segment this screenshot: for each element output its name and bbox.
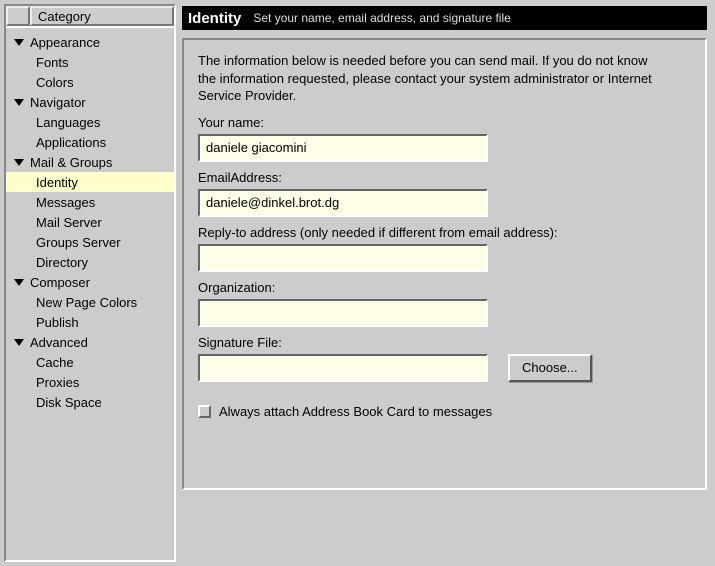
identity-form-panel: The information below is needed before y… [182,38,707,490]
tree-group-label: Navigator [26,95,86,110]
signature-file-input[interactable] [198,354,488,382]
organization-label: Organization: [198,280,691,295]
reply-to-label: Reply-to address (only needed if differe… [198,225,691,240]
tree-group-label: Mail & Groups [26,155,112,170]
category-tree: Appearance Fonts Colors Navigator Langua… [6,28,174,560]
tree-group-mail-groups[interactable]: Mail & Groups [6,152,174,172]
tree-item-identity[interactable]: Identity [6,172,174,192]
tree-group-navigator[interactable]: Navigator [6,92,174,112]
reply-to-input[interactable] [198,244,488,272]
tree-group-appearance[interactable]: Appearance [6,32,174,52]
attach-card-label: Always attach Address Book Card to messa… [219,404,492,419]
tree-item-proxies[interactable]: Proxies [6,372,174,392]
expand-triangle-icon [12,337,26,347]
expand-triangle-icon [12,37,26,47]
category-header-spacer [6,6,30,26]
category-header-label: Category [38,9,91,24]
tree-group-label: Appearance [26,35,100,50]
tree-group-advanced[interactable]: Advanced [6,332,174,352]
main-panel: Identity Set your name, email address, a… [178,0,715,566]
expand-triangle-icon [12,277,26,287]
tree-item-mail-server[interactable]: Mail Server [6,212,174,232]
category-header: Category [30,6,174,26]
expand-triangle-icon [12,97,26,107]
tree-item-new-page-colors[interactable]: New Page Colors [6,292,174,312]
panel-subtitle: Set your name, email address, and signat… [253,11,510,25]
tree-group-label: Composer [26,275,90,290]
expand-triangle-icon [12,157,26,167]
category-sidebar: Category Appearance Fonts Colors Navigat… [4,4,176,562]
intro-text: The information below is needed before y… [198,52,668,105]
tree-group-label: Advanced [26,335,88,350]
tree-group-composer[interactable]: Composer [6,272,174,292]
tree-item-cache[interactable]: Cache [6,352,174,372]
tree-item-languages[interactable]: Languages [6,112,174,132]
attach-card-row: Always attach Address Book Card to messa… [198,404,691,419]
organization-input[interactable] [198,299,488,327]
tree-item-publish[interactable]: Publish [6,312,174,332]
email-input[interactable] [198,189,488,217]
tree-item-directory[interactable]: Directory [6,252,174,272]
your-name-label: Your name: [198,115,691,130]
category-header-row: Category [6,6,174,28]
your-name-input[interactable] [198,134,488,162]
signature-file-row: Choose... [198,354,691,382]
tree-item-disk-space[interactable]: Disk Space [6,392,174,412]
signature-file-label: Signature File: [198,335,691,350]
tree-item-colors[interactable]: Colors [6,72,174,92]
tree-item-fonts[interactable]: Fonts [6,52,174,72]
panel-title-bar: Identity Set your name, email address, a… [182,6,707,30]
tree-item-applications[interactable]: Applications [6,132,174,152]
panel-title: Identity [188,10,241,27]
email-label: EmailAddress: [198,170,691,185]
choose-button[interactable]: Choose... [508,354,592,382]
preferences-window: Category Appearance Fonts Colors Navigat… [0,0,715,566]
attach-card-checkbox[interactable] [198,405,211,418]
tree-item-messages[interactable]: Messages [6,192,174,212]
tree-item-groups-server[interactable]: Groups Server [6,232,174,252]
